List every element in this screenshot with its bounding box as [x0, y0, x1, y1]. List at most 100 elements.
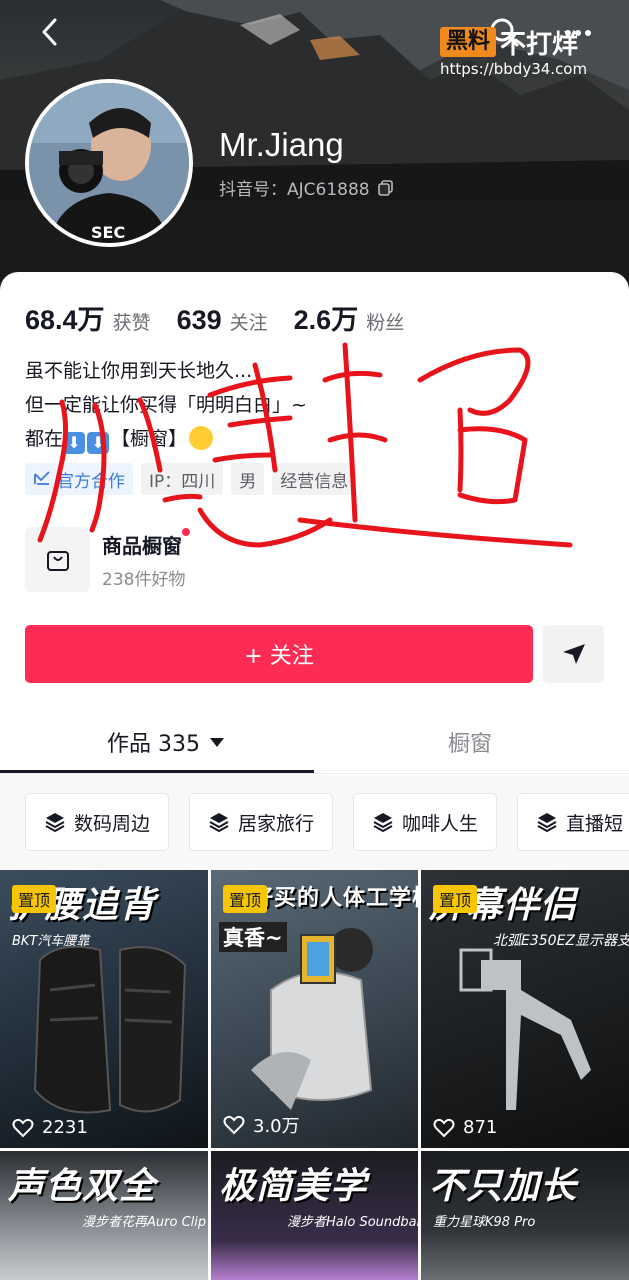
- video-subtitle: BKT汽车腰靠: [12, 934, 90, 949]
- chevron-left-icon: [42, 18, 57, 46]
- collection-chip-label: 数码周边: [74, 812, 151, 835]
- stat-label: 关注: [229, 312, 268, 334]
- collection-chip[interactable]: 数码周边: [25, 793, 170, 851]
- profile-stats: 68.4万 获赞 639 关注 2.6万 粉丝: [25, 298, 430, 337]
- video-thumbnail[interactable]: 护腰追背 BKT汽车腰靠 置顶 2231: [0, 870, 208, 1148]
- collection-chip[interactable]: 咖啡人生: [353, 793, 498, 851]
- tag-business-info[interactable]: 经营信息: [272, 463, 357, 495]
- layers-icon: [209, 813, 229, 833]
- shopping-bag-icon: [46, 550, 69, 571]
- tag-label: 官方合作: [57, 471, 125, 492]
- video-subtitle: 漫步者Halo Soundbar: [287, 1215, 418, 1230]
- tag-label: 男: [239, 471, 257, 492]
- active-tab-indicator: [0, 770, 314, 773]
- douyin-id-text: 抖音号：AJC61888: [219, 180, 370, 200]
- stat-value: 2.6万: [293, 305, 359, 335]
- profile-tags: 官方合作 IP：四川 男 经营信息: [25, 463, 357, 495]
- tab-shop-label: 橱窗: [448, 732, 493, 757]
- bio-line: 虽不能让你用到天长地久...: [25, 360, 253, 382]
- video-subtitle: 重力星球K98 Pro: [433, 1215, 536, 1230]
- video-likes: 3.0万: [223, 1112, 300, 1138]
- video-grid: 护腰追背 BKT汽车腰靠 置顶 2231 好买的人体工学椅 真香~ 置顶 3.0…: [0, 870, 629, 1280]
- watermark-badge: 黑料: [440, 27, 497, 57]
- video-thumbnail[interactable]: 不只加长 重力星球K98 Pro: [421, 1151, 629, 1280]
- video-subtitle: 漫步者花再Auro Clip: [82, 1215, 207, 1230]
- heart-icon: [12, 1118, 34, 1137]
- copy-icon[interactable]: [377, 179, 394, 196]
- collection-chip[interactable]: 居家旅行: [189, 793, 334, 851]
- video-likes-count: 2231: [42, 1117, 88, 1138]
- tag-gender: 男: [231, 463, 265, 495]
- stat-label: 获赞: [112, 312, 151, 334]
- handshake-icon: [34, 471, 50, 485]
- site-watermark: 黑料 不打烊 https://bbdy34.com: [440, 26, 610, 80]
- pinned-badge: 置顶: [12, 885, 57, 913]
- video-likes-count: 871: [463, 1117, 498, 1138]
- tab-shop-window[interactable]: 橱窗: [448, 726, 492, 758]
- shop-icon-box: [25, 527, 90, 592]
- video-title: 极简美学: [219, 1166, 368, 1207]
- collection-chip-label: 居家旅行: [238, 812, 315, 835]
- video-thumbnail[interactable]: 屏幕伴侣 北弧E350EZ显示器支架 置顶 871: [421, 870, 629, 1148]
- heart-icon: [433, 1118, 455, 1137]
- bio-line: 但一定能让你买得「明明白白」~: [25, 394, 307, 416]
- stat-following[interactable]: 639 关注: [177, 305, 268, 336]
- shop-window-entry[interactable]: 商品橱窗 238件好物: [25, 527, 190, 592]
- stat-value: 68.4万: [25, 305, 105, 335]
- send-share-icon: [562, 644, 585, 664]
- douyin-id: 抖音号：AJC61888: [219, 175, 394, 200]
- stat-followers[interactable]: 2.6万 粉丝: [294, 298, 405, 337]
- stat-label: 粉丝: [366, 312, 405, 334]
- avatar[interactable]: SEC: [25, 79, 193, 247]
- tab-works[interactable]: 作品 335: [107, 726, 224, 758]
- video-title: 好买的人体工学椅: [251, 886, 418, 911]
- layers-icon: [537, 813, 557, 833]
- down-arrow-emoji-icon: ⬇: [63, 432, 86, 454]
- video-likes-count: 3.0万: [253, 1116, 300, 1137]
- collection-chips: 数码周边 居家旅行 咖啡人生 直播短: [0, 775, 629, 870]
- stat-likes[interactable]: 68.4万 获赞: [25, 298, 151, 337]
- watermark-text: 不打烊: [500, 29, 579, 60]
- video-thumbnail[interactable]: 极简美学 漫步者Halo Soundbar: [211, 1151, 418, 1280]
- stat-value: 639: [176, 305, 222, 335]
- content-tabs: 作品 335 橱窗: [0, 712, 629, 774]
- follow-button-label: + 关注: [244, 644, 314, 669]
- video-subtitle: 真香~: [219, 922, 287, 952]
- video-likes: 2231: [12, 1117, 88, 1138]
- collection-chip-label: 咖啡人生: [402, 812, 479, 835]
- shop-title-text: 商品橱窗: [102, 533, 182, 558]
- pinned-badge: 置顶: [223, 885, 268, 913]
- svg-text:SEC: SEC: [91, 223, 125, 242]
- shop-subtitle: 238件好物: [102, 569, 186, 590]
- collection-chip-label: 直播短: [566, 812, 624, 835]
- bio-text: 都在: [25, 428, 64, 450]
- bio-line: 都在 ⬇ ⬇ 【橱窗】: [25, 422, 307, 456]
- avatar-photo: SEC: [29, 83, 189, 243]
- video-likes: 871: [433, 1117, 497, 1138]
- tag-ip-location: IP：四川: [141, 463, 224, 495]
- video-subtitle: 北弧E350EZ显示器支架: [493, 933, 629, 949]
- notification-dot: [182, 527, 190, 536]
- follow-button[interactable]: + 关注: [25, 625, 533, 683]
- video-thumbnail[interactable]: 好买的人体工学椅 真香~ 置顶 3.0万: [211, 870, 418, 1148]
- shop-title: 商品橱窗: [102, 527, 190, 559]
- share-button[interactable]: [543, 625, 604, 683]
- profile-nickname: Mr.Jiang: [219, 126, 344, 163]
- layers-icon: [373, 813, 393, 833]
- down-arrow-emoji-icon: ⬇: [87, 432, 110, 454]
- tab-works-label: 作品 335: [107, 732, 200, 757]
- pinned-badge: 置顶: [433, 885, 478, 913]
- collection-chip[interactable]: 直播短: [517, 793, 629, 851]
- back-button[interactable]: [30, 12, 70, 52]
- tag-label: 经营信息: [280, 471, 349, 492]
- video-title: 声色双全: [8, 1166, 157, 1207]
- caret-down-icon: [210, 737, 224, 747]
- video-thumbnail[interactable]: 声色双全 漫步者花再Auro Clip: [0, 1151, 208, 1280]
- watermark-url: https://bbdy34.com: [440, 60, 588, 78]
- tag-label: IP：四川: [149, 471, 216, 492]
- profile-bio: 虽不能让你用到天长地久... 但一定能让你买得「明明白白」~ 都在 ⬇ ⬇ 【橱窗】: [25, 354, 307, 456]
- bio-text: 【橱窗】: [111, 428, 188, 450]
- tag-official-cooperation[interactable]: 官方合作: [25, 463, 133, 495]
- layers-icon: [45, 813, 65, 833]
- video-title: 不只加长: [429, 1166, 578, 1207]
